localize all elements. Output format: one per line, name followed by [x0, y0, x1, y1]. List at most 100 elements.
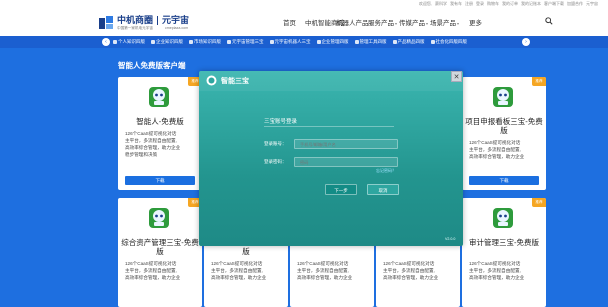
band-item-label: 企业管理四版	[321, 39, 349, 44]
download-button[interactable]: 下载	[469, 176, 539, 185]
nav-item-label: 首页	[283, 20, 296, 27]
band-item-icon	[354, 40, 359, 44]
recommend-badge: 推荐	[532, 77, 546, 86]
logo-divider	[157, 15, 159, 25]
top-link[interactable]: 加盟合作	[567, 1, 583, 7]
card-desc-line: 126个CaaS提可视化对话	[383, 261, 435, 266]
band-item[interactable]: 市场知识四版	[189, 39, 221, 45]
band-item[interactable]: 社会化四版四版	[430, 39, 467, 45]
card-desc-line: 高效率综合管理，助力企业	[125, 275, 181, 280]
category-band: ‹ 个人知识四版 企业知识四版 市场知识四版 元宇宙管理三宝 元宇宙机器人三宝 企业管理四…	[0, 36, 608, 48]
band-prev-icon[interactable]: ‹	[102, 38, 110, 46]
logo-slogan: 中国第一家机电元宇宙	[117, 25, 153, 30]
band-items: 个人知识四版 企业知识四版 市场知识四版 元宇宙管理三宝 元宇宙机器人三宝 企业管理四版 管…	[113, 39, 467, 45]
card-desc-line: 稳步管理和决策	[125, 152, 158, 157]
card-desc-line: 高效率综合管理，助力企业	[383, 275, 439, 280]
nav-item[interactable]: 更多	[460, 17, 491, 27]
sanbao-logo-icon	[206, 75, 217, 86]
nav-item[interactable]: 中机智能商城	[305, 17, 344, 27]
panel-divider	[264, 126, 394, 127]
top-link[interactable]: 我的记账本	[521, 1, 541, 7]
account-input[interactable]	[294, 139, 398, 149]
chevron-down-icon: ▾	[394, 21, 397, 26]
download-button[interactable]: 下载	[125, 176, 195, 185]
section-title: 智能人免费版客户端	[118, 61, 186, 70]
band-item[interactable]: 企业知识四版	[151, 39, 183, 45]
band-item-icon	[430, 40, 435, 44]
top-link[interactable]: 客户端下载	[544, 1, 564, 7]
forgot-password-link[interactable]: 忘记密码？	[376, 168, 396, 174]
band-item[interactable]: 产品精品四版	[392, 39, 425, 45]
app-robot-icon	[493, 208, 513, 228]
band-item-icon	[189, 40, 193, 44]
logo-product-text: 元宇宙	[162, 14, 190, 25]
top-link[interactable]: 欢迎您,	[419, 1, 432, 7]
band-item-label: 产品精品四版	[397, 39, 425, 44]
app-robot-icon	[149, 87, 169, 107]
nav-item[interactable]: 机器人产品▾	[336, 17, 372, 27]
band-item-label: 市场知识四版	[194, 39, 221, 44]
app-robot-icon	[493, 87, 513, 107]
card-desc-line: 高效率综合管理，助力企业	[469, 154, 525, 159]
band-item[interactable]: 企业管理四版	[316, 39, 349, 45]
band-item-icon	[316, 40, 321, 44]
cancel-button[interactable]: 取消	[367, 184, 399, 195]
nav-item-label: 传媒产品	[398, 20, 425, 27]
card-description: 126个CaaS提可视化对话 主平台，多流程自由配置, 高效率综合管理，助力企业	[469, 139, 541, 160]
nav-item[interactable]: 首页	[274, 17, 305, 27]
card-desc-line: 主平台，多流程自由配置,	[297, 268, 349, 273]
app-card[interactable]: 推荐 审计管理三宝-免费版 126个CaaS提可视化对话 主平台，多流程自由配置, 高效…	[462, 198, 546, 307]
next-button[interactable]: 下一步	[325, 184, 357, 195]
card-desc-line: 主平台，多流程自由配置,	[125, 268, 177, 273]
app-card[interactable]: 推荐 综合资产管理三宝-免费版 126个CaaS提可视化对话 主平台，多流程自由配置,…	[118, 198, 202, 307]
top-link[interactable]: 购物车	[487, 1, 499, 7]
account-label: 登录账号：	[264, 141, 287, 146]
band-item-label: 个人知识四版	[118, 39, 145, 44]
app-card[interactable]: 推荐 项目申报看板三宝-免费版 126个CaaS提可视化对话 主平台，多流程自由…	[462, 77, 546, 190]
app-robot-icon	[149, 208, 169, 228]
card-desc-line: 126个CaaS提可视化对话	[297, 261, 349, 266]
band-next-icon[interactable]: ›	[522, 38, 530, 46]
card-description: 126个CaaS提可视化对话 主平台，多流程自由配置, 高效率综合管理，助力企业	[297, 260, 369, 281]
band-item[interactable]: 元宇宙管理三宝	[227, 39, 264, 45]
nav-item[interactable]: 场景产品▾	[429, 17, 460, 27]
card-desc-line: 主平台，多流程自由配置,	[125, 138, 177, 143]
card-title: 综合资产管理三宝-免费版	[121, 238, 199, 256]
version-label: V2.0.0	[445, 237, 456, 241]
nav-item[interactable]: 传媒产品▾	[398, 17, 429, 27]
card-description: 126个CaaS提可视化对话 主平台，多流程自由配置, 高效率综合管理，助力企业…	[125, 130, 197, 158]
logo-mark-icon	[99, 16, 113, 29]
band-item-icon	[269, 40, 274, 44]
nav-item-label: 更多	[469, 20, 482, 27]
close-icon[interactable]: ✕	[451, 71, 462, 82]
card-desc-line: 高效率综合管理，助力企业	[297, 275, 353, 280]
login-modal: 智能三宝 三宝账号登录 登录账号： 登录密码： 忘记密码？ 下一步 取消 V2.…	[199, 71, 463, 246]
top-link[interactable]: 登录	[476, 1, 484, 7]
site-header: 中机商圈 元宇宙 中国第一家机电元宇宙 cmeplaza.com 首页 中机智能商…	[0, 8, 608, 36]
card-description: 126个CaaS提可视化对话 主平台，多流程自由配置, 高效率综合管理，助力企业	[125, 260, 197, 281]
band-item[interactable]: 个人知识四版	[113, 39, 145, 45]
top-link[interactable]: 元宇宙	[586, 1, 598, 7]
card-desc-line: 主平台，多流程自由配置,	[211, 268, 263, 273]
app-card[interactable]: 推荐 智能人-免费版 126个CaaS提可视化对话 主平台，多流程自由配置, 高…	[118, 77, 202, 190]
top-link[interactable]: 注册	[465, 1, 473, 7]
top-link[interactable]: 我有车	[450, 1, 462, 7]
card-title: 审计管理三宝-免费版	[469, 238, 539, 247]
band-item[interactable]: 管理工具四版	[354, 39, 387, 45]
site-logo[interactable]: 中机商圈 元宇宙 中国第一家机电元宇宙 cmeplaza.com	[98, 12, 189, 34]
password-input[interactable]	[294, 157, 398, 167]
top-utility-bar: 欢迎您, 赛科学 我有车 注册 登录 购物车 我的订单 我的记账本 客户端下载 加盟合作 元宇宙	[0, 0, 608, 8]
card-desc-line: 126个CaaS提可视化对话	[125, 261, 177, 266]
band-item-label: 企业知识四版	[156, 39, 183, 44]
nav-item[interactable]: 服务产品▾	[367, 17, 398, 27]
nav-item-label: 服务产品	[367, 20, 394, 27]
band-item-icon	[151, 40, 155, 44]
band-item-label: 元宇宙机器人三宝	[274, 39, 311, 44]
top-links: 欢迎您, 赛科学 我有车 注册 登录 购物车 我的订单 我的记账本 客户端下载 加盟合作 元宇宙	[419, 1, 598, 7]
card-desc-line: 126个CaaS提可视化对话	[469, 261, 521, 266]
top-link[interactable]: 我的订单	[502, 1, 518, 7]
top-link[interactable]: 赛科学	[435, 1, 447, 7]
band-item[interactable]: 元宇宙机器人三宝	[269, 39, 311, 45]
search-icon[interactable]	[545, 17, 553, 25]
card-desc-line: 126个CaaS提可视化对话	[211, 261, 263, 266]
